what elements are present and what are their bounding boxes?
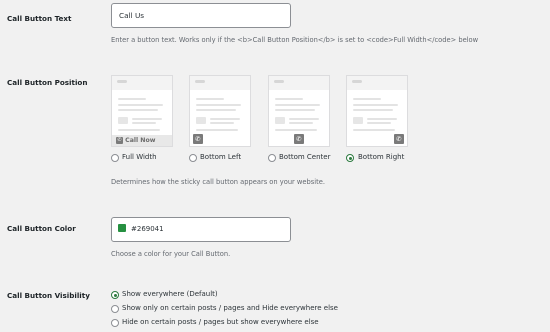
radio-label-show-only-certain: Show only on certain posts / pages and H… [122,304,338,312]
radio-label-bottom-center: Bottom Center [279,153,331,161]
position-thumbnail-bottom-right[interactable]: ✆ [346,75,408,147]
radio-label-show-everywhere: Show everywhere (Default) [122,290,218,298]
phone-icon: ✆ [193,134,203,144]
radio-show-only-certain[interactable] [111,305,119,313]
position-thumbnail-full-width[interactable]: ✆ Call Now [111,75,173,147]
call-button-position-description: Determines how the sticky call button ap… [111,178,325,186]
call-button-text-description: Enter a button text. Works only if the <… [111,36,479,44]
radio-label-bottom-left: Bottom Left [200,153,242,161]
radio-full-width[interactable] [111,154,119,162]
radio-label-full-width: Full Width [122,153,157,161]
radio-label-hide-on-certain: Hide on certain posts / pages but show e… [122,318,319,326]
call-now-text: Call Now [125,137,156,144]
color-value: #269041 [131,225,164,233]
radio-label-bottom-right: Bottom Right [358,153,405,161]
call-button-text-input[interactable]: Call Us [111,3,291,28]
call-button-position-label: Call Button Position [7,78,88,87]
radio-hide-on-certain[interactable] [111,319,119,327]
call-button-text-label: Call Button Text [7,14,72,23]
phone-icon: ✆ [394,134,404,144]
position-thumbnail-bottom-center[interactable]: ✆ [268,75,330,147]
radio-bottom-right[interactable] [346,154,354,162]
call-button-color-label: Call Button Color [7,224,76,233]
radio-show-everywhere[interactable] [111,291,119,299]
position-thumbnail-bottom-left[interactable]: ✆ [189,75,251,147]
radio-bottom-left[interactable] [189,154,197,162]
radio-bottom-center[interactable] [268,154,276,162]
color-swatch[interactable] [118,224,126,232]
call-now-bar: ✆ Call Now [112,135,172,146]
phone-icon: ✆ [116,136,123,144]
phone-icon: ✆ [294,134,304,144]
call-button-visibility-label: Call Button Visibility [7,291,90,300]
call-button-color-description: Choose a color for your Call Button. [111,250,231,258]
